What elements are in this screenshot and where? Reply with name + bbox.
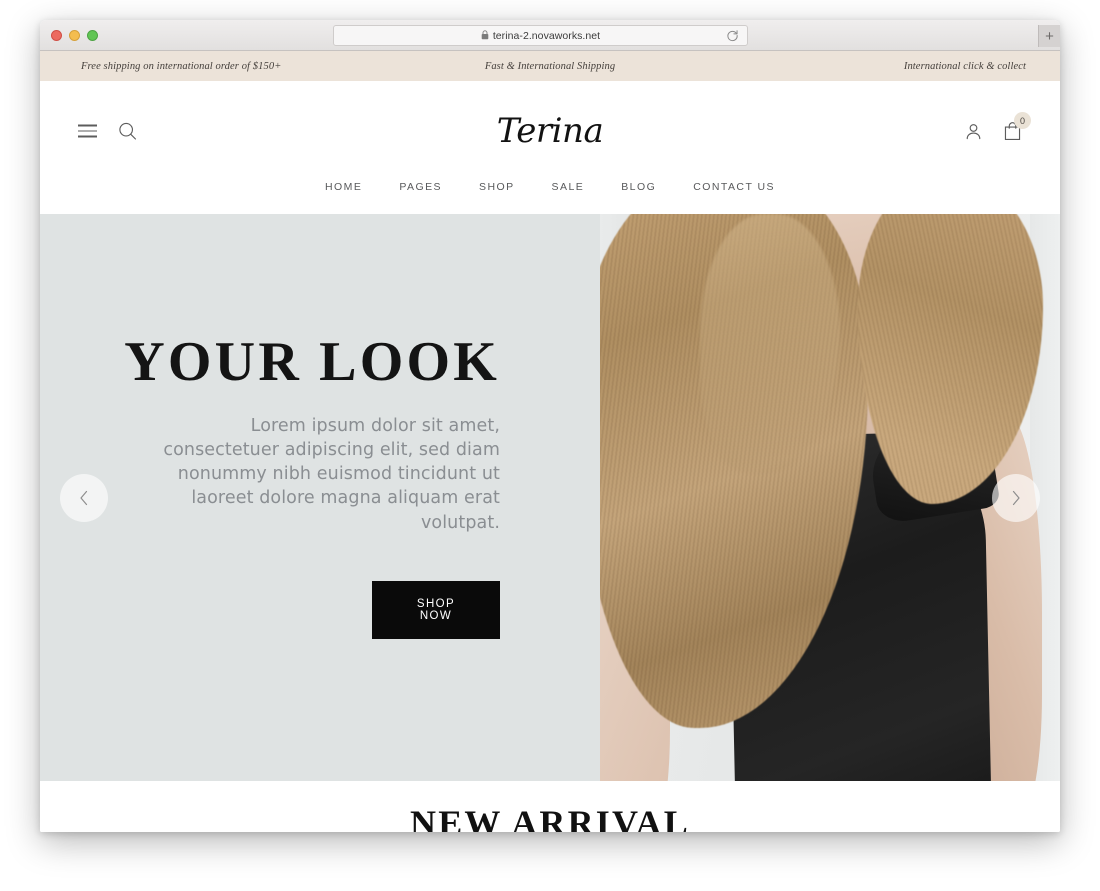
reload-icon[interactable] — [726, 29, 739, 47]
hero-cta-wrapper: SHOP NOW — [40, 535, 500, 639]
hero-model-photo — [600, 214, 1060, 781]
hero-paragraph: Lorem ipsum dolor sit amet, consectetuer… — [163, 416, 500, 533]
address-bar-url: terina-2.novaworks.net — [492, 29, 601, 42]
brand-logo[interactable]: Terina — [497, 111, 604, 151]
hero-copy-block: YOUR LOOK Lorem ipsum dolor sit amet, co… — [40, 334, 500, 639]
cart-count-badge: 0 — [1014, 112, 1031, 129]
nav-item-pages[interactable]: PAGES — [399, 181, 442, 193]
chevron-right-icon — [1012, 490, 1020, 505]
address-bar-content: terina-2.novaworks.net — [481, 27, 600, 45]
chevron-left-icon — [80, 490, 88, 505]
cart-button[interactable]: 0 — [1003, 112, 1031, 141]
nav-item-blog[interactable]: BLOG — [621, 181, 656, 193]
nav-item-shop[interactable]: SHOP — [479, 181, 515, 193]
nav-item-home[interactable]: HOME — [325, 181, 362, 193]
header-left-actions — [78, 122, 137, 141]
user-account-icon[interactable] — [964, 122, 983, 141]
new-arrival-section: NEW ARRIVAL — [40, 781, 1060, 832]
hamburger-menu-icon[interactable] — [78, 124, 97, 138]
hero-slider: YOUR LOOK Lorem ipsum dolor sit amet, co… — [40, 214, 1060, 781]
browser-chrome: terina-2.novaworks.net + — [40, 20, 1060, 51]
search-icon[interactable] — [118, 122, 137, 141]
nav-item-sale[interactable]: SALE — [552, 181, 585, 193]
new-arrival-heading: NEW ARRIVAL — [406, 805, 694, 832]
close-window-button[interactable] — [51, 30, 62, 41]
lock-icon — [481, 27, 489, 45]
shop-now-button[interactable]: SHOP NOW — [372, 580, 500, 639]
page-viewport: Free shipping on international order of … — [40, 51, 1060, 832]
announcement-right: International click & collect — [903, 60, 1026, 72]
new-tab-button[interactable]: + — [1038, 25, 1060, 47]
hamburger-bars — [78, 124, 97, 138]
slider-prev-button[interactable] — [60, 473, 108, 522]
announcement-bar: Free shipping on international order of … — [40, 51, 1060, 81]
slider-next-button[interactable] — [992, 473, 1040, 522]
nav-item-contact-us[interactable]: CONTACT US — [693, 181, 775, 193]
maximize-window-button[interactable] — [87, 30, 98, 41]
address-bar[interactable]: terina-2.novaworks.net — [333, 25, 748, 46]
minimize-window-button[interactable] — [69, 30, 80, 41]
main-navigation: HOME PAGES SHOP SALE BLOG CONTACT US — [40, 181, 1060, 214]
browser-window: terina-2.novaworks.net + Free shipping o… — [40, 20, 1060, 832]
site-header: Terina 0 — [40, 81, 1060, 181]
hero-title: YOUR LOOK — [124, 331, 500, 393]
header-right-actions: 0 — [964, 112, 1031, 141]
window-traffic-lights — [51, 30, 98, 41]
